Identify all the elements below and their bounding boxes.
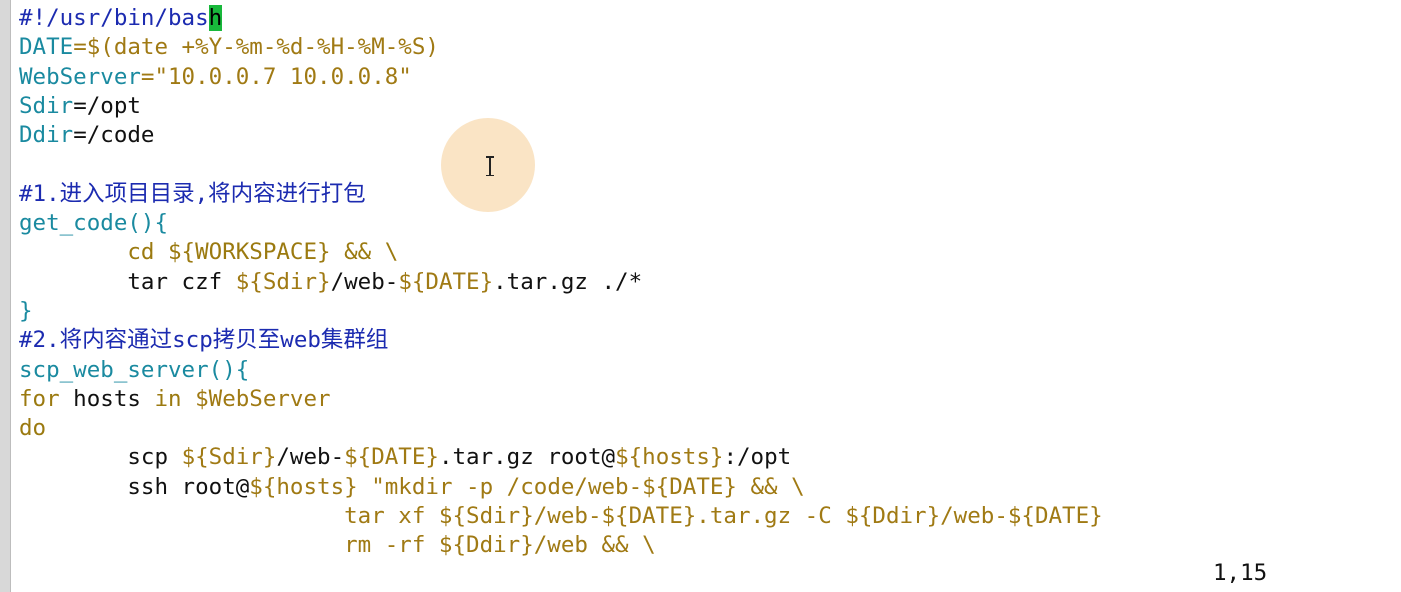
code-token: $WebServer <box>195 385 331 412</box>
code-token: hosts <box>59 385 155 412</box>
code-line[interactable] <box>19 150 1389 179</box>
code-line[interactable]: #2.将内容通过scp拷贝至web集群组 <box>19 326 1389 355</box>
code-token: get_code(){ <box>19 210 169 237</box>
code-token: "mkdir -p /code/web-${DATE} && \ <box>357 473 805 500</box>
code-token: Ddir <box>19 122 74 149</box>
code-line[interactable]: tar xf ${Sdir}/web-${DATE}.tar.gz -C ${D… <box>19 502 1389 531</box>
code-token: #!/usr/bin/bas <box>19 5 209 31</box>
code-token: :/opt <box>723 444 792 471</box>
code-line[interactable]: Sdir=/opt <box>19 92 1389 121</box>
code-line[interactable]: scp_web_server(){ <box>19 356 1389 385</box>
code-token: =/opt <box>73 92 141 119</box>
gutter-divider <box>10 0 11 592</box>
code-token: ${hosts} <box>615 444 724 471</box>
code-token: ssh root@ <box>19 473 250 500</box>
code-token: do <box>19 415 47 442</box>
code-token: =$(date +%Y-%m-%d-%H-%M-%S) <box>73 34 439 61</box>
code-token: Sdir <box>19 92 74 119</box>
code-line[interactable]: Ddir=/code <box>19 121 1389 150</box>
code-line[interactable]: cd ${WORKSPACE} && \ <box>19 238 1389 267</box>
code-token: =/code <box>73 122 155 149</box>
code-token: tar czf <box>19 268 236 295</box>
code-token: cd ${WORKSPACE} && \ <box>19 239 399 266</box>
code-token: } <box>19 297 33 324</box>
code-token: ${DATE} <box>344 444 439 471</box>
code-line[interactable]: DATE=$(date +%Y-%m-%d-%H-%M-%S) <box>19 33 1389 62</box>
code-token: DATE <box>19 34 74 61</box>
code-token: ${DATE} <box>398 268 494 295</box>
code-line[interactable]: do <box>19 414 1389 443</box>
code-line[interactable]: for hosts in $WebServer <box>19 385 1389 414</box>
code-token: #1.进入项目目录,将内容进行打包 <box>19 180 366 207</box>
code-token: rm -rf ${Ddir}/web && \ <box>19 532 656 559</box>
code-token: ="10.0.0.7 10.0.0.8" <box>140 63 412 90</box>
code-line[interactable]: ssh root@${hosts} "mkdir -p /code/web-${… <box>19 473 1389 502</box>
code-token: /web- <box>330 268 399 295</box>
code-line[interactable]: scp ${Sdir}/web-${DATE}.tar.gz root@${ho… <box>19 443 1389 472</box>
code-token: tar xf ${Sdir}/web-${DATE}.tar.gz -C ${D… <box>19 503 1103 530</box>
cursor-position-indicator: 1,15 <box>1213 560 1268 586</box>
code-token: WebServer <box>19 63 141 90</box>
code-token: ${hosts} <box>249 473 358 500</box>
code-token: scp_web_server(){ <box>19 356 250 383</box>
code-token: for <box>19 385 60 412</box>
code-line[interactable]: get_code(){ <box>19 209 1389 238</box>
code-line[interactable]: #1.进入项目目录,将内容进行打包 <box>19 180 1389 209</box>
code-line[interactable]: rm -rf ${Ddir}/web && \ <box>19 531 1389 560</box>
code-token: .tar.gz root@ <box>438 444 616 471</box>
code-line[interactable]: #!/usr/bin/bash <box>19 4 1389 33</box>
code-token: scp <box>19 444 182 471</box>
code-token: #2.将内容通过scp拷贝至web集群组 <box>19 327 389 354</box>
code-line[interactable]: WebServer="10.0.0.7 10.0.0.8" <box>19 63 1389 92</box>
code-token: ${Sdir} <box>235 268 331 295</box>
code-token: .tar.gz ./* <box>493 268 643 295</box>
editor-gutter <box>0 0 10 592</box>
code-line[interactable]: } <box>19 297 1389 326</box>
code-token: in <box>154 385 182 412</box>
code-editor[interactable]: #!/usr/bin/bash DATE=$(date +%Y-%m-%d-%H-… <box>19 4 1389 564</box>
code-token: /web- <box>276 444 345 471</box>
text-cursor: h <box>208 5 223 31</box>
code-token: ${Sdir} <box>181 444 277 471</box>
code-line[interactable]: tar czf ${Sdir}/web-${DATE}.tar.gz ./* <box>19 268 1389 297</box>
ibeam-cursor-icon <box>486 156 494 176</box>
